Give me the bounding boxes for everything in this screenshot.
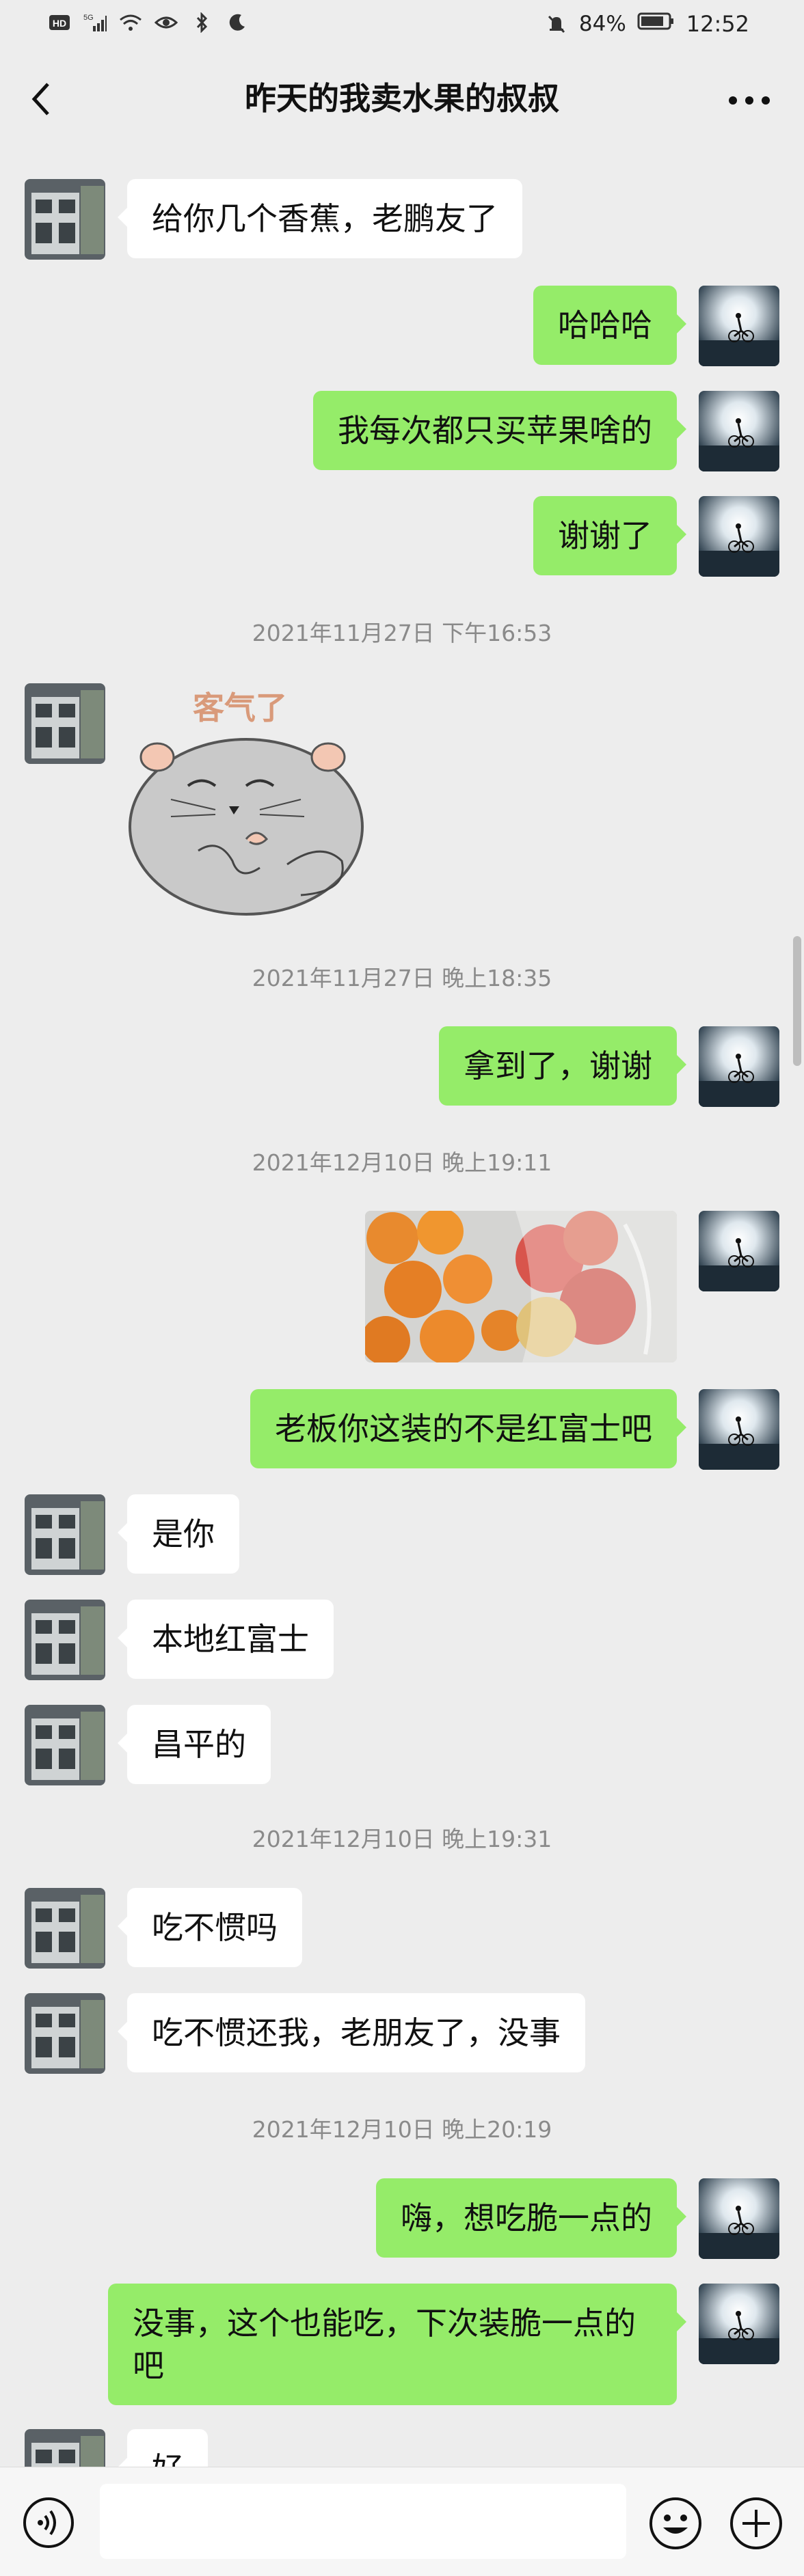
moon-icon <box>226 12 249 33</box>
outgoing-message[interactable]: 老板你这装的不是红富士吧 <box>250 1389 686 1468</box>
outgoing-message[interactable]: 哈哈哈 <box>533 286 686 365</box>
battery-percentage: 84% <box>578 12 626 36</box>
incoming-message[interactable]: 是你 <box>118 1494 239 1574</box>
outgoing-message[interactable]: 嗨，想吃脆一点的 <box>376 2178 686 2258</box>
my-avatar[interactable] <box>699 496 779 577</box>
status-icons-right: 84% 12:52 <box>545 11 749 37</box>
contact-avatar[interactable] <box>25 1888 105 1969</box>
emoji-button[interactable] <box>648 2496 703 2551</box>
timestamp: 2021年12月10日 晚上19:31 <box>252 1826 552 1852</box>
outgoing-message[interactable]: 我每次都只买苹果啥的 <box>313 391 686 470</box>
battery-icon <box>637 11 675 37</box>
sticker-caption: 客气了 <box>193 689 287 726</box>
timestamp: 2021年11月27日 下午16:53 <box>252 620 552 646</box>
mouse-sticker-icon <box>129 738 364 916</box>
status-bar: HD 5G 84% 12:52 <box>0 0 804 55</box>
my-avatar[interactable] <box>699 1389 779 1470</box>
chat-header: 昨天的我卖水果的叔叔 <box>0 61 804 137</box>
svg-text:5G: 5G <box>83 14 94 22</box>
scrollbar[interactable] <box>793 936 801 1066</box>
mute-bell-icon <box>545 14 568 34</box>
clock-time: 12:52 <box>686 11 749 37</box>
incoming-message[interactable]: 昌平的 <box>118 1705 271 1784</box>
my-avatar[interactable] <box>699 2284 779 2364</box>
smiley-icon <box>649 2497 701 2549</box>
voice-icon <box>23 2497 74 2548</box>
fruit-photo <box>365 1211 677 1362</box>
photo-message[interactable] <box>365 1211 677 1362</box>
incoming-message[interactable]: 本地红富士 <box>118 1600 334 1679</box>
hd-icon: HD <box>48 12 71 33</box>
incoming-message[interactable]: 给你几个香蕉，老鹏友了 <box>118 179 522 258</box>
more-options-button[interactable] <box>722 79 777 120</box>
my-avatar[interactable] <box>699 1211 779 1291</box>
outgoing-message[interactable]: 拿到了，谢谢 <box>439 1026 686 1106</box>
timestamp: 2021年12月10日 晚上20:19 <box>252 2116 552 2143</box>
incoming-message[interactable]: 吃不惯吗 <box>118 1888 302 1967</box>
timestamp: 2021年11月27日 晚上18:35 <box>252 965 552 991</box>
contact-avatar[interactable] <box>25 1494 105 1575</box>
message-input[interactable] <box>100 2484 626 2559</box>
5g-signal-icon: 5G <box>83 12 107 33</box>
contact-avatar[interactable] <box>25 1993 105 2074</box>
my-avatar[interactable] <box>699 1026 779 1107</box>
contact-avatar[interactable] <box>25 1600 105 1680</box>
timestamp: 2021年12月10日 晚上19:11 <box>252 1149 552 1176</box>
contact-avatar[interactable] <box>25 2429 105 2467</box>
more-actions-button[interactable] <box>729 2496 783 2551</box>
voice-input-button[interactable] <box>22 2496 75 2549</box>
outgoing-message[interactable]: 没事，这个也能吃，下次装脆一点的吧 <box>108 2284 686 2405</box>
my-avatar[interactable] <box>699 2178 779 2259</box>
input-toolbar <box>0 2467 804 2576</box>
bluetooth-icon <box>190 12 213 33</box>
contact-avatar[interactable] <box>25 683 105 764</box>
incoming-message[interactable]: 好 <box>118 2429 208 2467</box>
eye-icon <box>155 12 178 33</box>
status-icons-left: HD 5G <box>48 12 249 33</box>
plus-circle-icon <box>730 2497 782 2549</box>
incoming-message[interactable]: 吃不惯还我，老朋友了，没事 <box>118 1993 585 2072</box>
chat-title: 昨天的我卖水果的叔叔 <box>245 80 559 117</box>
my-avatar[interactable] <box>699 391 779 471</box>
my-avatar[interactable] <box>699 286 779 366</box>
wifi-icon <box>119 12 142 33</box>
more-dots-icon <box>729 96 770 105</box>
sticker-message[interactable]: 客气了 <box>123 683 383 929</box>
message-list[interactable]: 给你几个香蕉，老鹏友了 哈哈哈 我每次都只买苹果啥的 谢谢了 2021年11月2… <box>0 137 804 2467</box>
outgoing-message[interactable]: 谢谢了 <box>533 496 686 575</box>
contact-avatar[interactable] <box>25 1705 105 1785</box>
svg-text:HD: HD <box>53 18 66 29</box>
contact-avatar[interactable] <box>25 179 105 260</box>
